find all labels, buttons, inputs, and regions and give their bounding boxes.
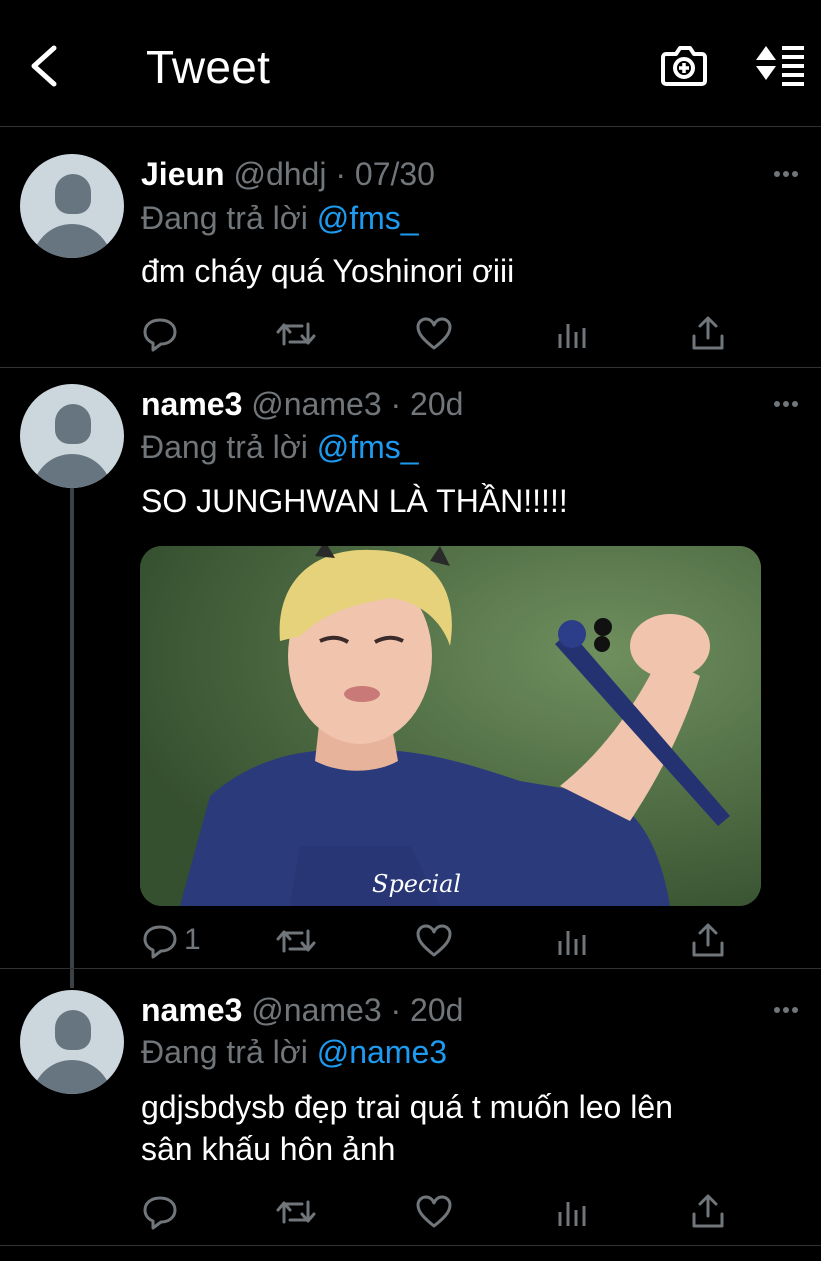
reply-icon [143, 318, 177, 352]
tweet-media-photo[interactable]: Special [140, 546, 761, 906]
replying-to: Đang trả lời @name3 [141, 1032, 447, 1072]
timestamp: 20d [410, 992, 464, 1028]
heart-icon [416, 1195, 452, 1228]
like-button[interactable] [414, 921, 454, 961]
retweet-button[interactable] [274, 314, 318, 354]
replying-to-label: Đang trả lời [141, 200, 317, 236]
share-icon [692, 316, 724, 350]
more-icon [774, 401, 798, 407]
display-name[interactable]: name3 [141, 992, 242, 1028]
back-button[interactable] [26, 40, 66, 92]
analytics-icon [558, 931, 586, 955]
avatar[interactable] [20, 384, 124, 488]
analytics-icon [558, 1202, 586, 1226]
analytics-button[interactable] [552, 921, 592, 961]
replying-to-label: Đang trả lời [141, 429, 317, 465]
meta-dot: · [390, 386, 402, 422]
tweet-text-line: gdjsbdysb đẹp trai quá t muốn leo lên [141, 1089, 673, 1125]
avatar-head [55, 174, 91, 214]
like-button[interactable] [414, 314, 454, 354]
reply-count: 1 [184, 923, 201, 956]
like-button[interactable] [414, 1192, 454, 1232]
share-button[interactable] [688, 314, 728, 354]
display-name[interactable]: Jieun [141, 156, 225, 192]
tweet-text: đm cháy quá Yoshinori ơiii [141, 250, 781, 292]
analytics-button[interactable] [552, 1192, 592, 1232]
sort-icon [756, 46, 804, 86]
shirt-print-text: Special [372, 870, 461, 898]
tweet-text-line: đm cháy quá Yoshinori ơiii [141, 253, 515, 289]
more-button[interactable] [766, 394, 806, 414]
avatar-head [55, 1010, 91, 1050]
tweet-meta: Jieun @dhdj · 07/30 [141, 154, 435, 194]
heart-icon [416, 924, 452, 957]
more-button[interactable] [766, 164, 806, 184]
tweet-item[interactable]: Jieun @dhdj · 07/30 Đang trả lời @fms_ đ… [0, 128, 821, 368]
avatar[interactable] [20, 154, 124, 258]
reply-button[interactable] [140, 314, 180, 354]
reply-icon [143, 925, 177, 959]
share-icon [692, 923, 724, 957]
tweet-actions [0, 314, 821, 354]
reply-icon [143, 1196, 177, 1230]
avatar-body [32, 224, 112, 258]
camera-button[interactable] [660, 42, 708, 88]
avatar-body [32, 454, 112, 488]
share-icon [692, 1194, 724, 1228]
user-handle: @name3 [251, 992, 382, 1028]
timestamp: 20d [410, 386, 464, 422]
display-name[interactable]: name3 [141, 386, 242, 422]
retweet-icon [276, 322, 316, 346]
reply-button[interactable] [140, 1192, 180, 1232]
user-handle: @dhdj [233, 156, 327, 192]
share-button[interactable] [688, 921, 728, 961]
tweet-text: SO JUNGHWAN LÀ THẦN!!!!! [141, 480, 781, 522]
analytics-icon [558, 324, 586, 348]
heart-icon [416, 317, 452, 350]
retweet-icon [276, 1200, 316, 1224]
avatar-head [55, 404, 91, 444]
camera-add-icon [661, 46, 707, 86]
timestamp: 07/30 [354, 156, 435, 192]
retweet-button[interactable] [274, 921, 318, 961]
retweet-icon [276, 929, 316, 953]
tweet-text: gdjsbdysb đẹp trai quá t muốn leo lên sâ… [141, 1086, 781, 1170]
more-icon [774, 1007, 798, 1013]
meta-dot: · [390, 992, 402, 1028]
mention-link[interactable]: @fms_ [317, 429, 419, 465]
more-icon [774, 171, 798, 177]
tweet-text-line: sân khấu hôn ảnh [141, 1131, 396, 1167]
tweet-meta: name3 @name3 · 20d [141, 990, 463, 1030]
avatar-body [32, 1060, 112, 1094]
mention-link[interactable]: @name3 [317, 1034, 447, 1070]
replying-to: Đang trả lời @fms_ [141, 198, 419, 238]
retweet-button[interactable] [274, 1192, 318, 1232]
tweet-text-line: SO JUNGHWAN LÀ THẦN!!!!! [141, 483, 568, 519]
tweet-meta: name3 @name3 · 20d [141, 384, 463, 424]
replying-to: Đang trả lời @fms_ [141, 427, 419, 467]
chevron-left-icon [31, 45, 57, 87]
sort-button[interactable] [752, 42, 808, 88]
meta-dot: · [335, 156, 346, 192]
more-button[interactable] [766, 1000, 806, 1020]
reply-button[interactable]: 1 [140, 921, 220, 961]
user-handle: @name3 [251, 386, 382, 422]
share-button[interactable] [688, 1192, 728, 1232]
photo-illustration: Special [140, 546, 761, 906]
tweet-item[interactable]: name3 @name3 · 20d Đang trả lời @name3 g… [0, 968, 821, 1246]
replying-to-label: Đang trả lời [141, 1034, 317, 1070]
tweet-actions [0, 1192, 821, 1232]
analytics-button[interactable] [552, 314, 592, 354]
tweet-actions: 1 [0, 921, 821, 961]
top-bar: Tweet [0, 0, 821, 127]
page-title: Tweet [146, 41, 271, 93]
mention-link[interactable]: @fms_ [317, 200, 419, 236]
avatar[interactable] [20, 990, 124, 1094]
